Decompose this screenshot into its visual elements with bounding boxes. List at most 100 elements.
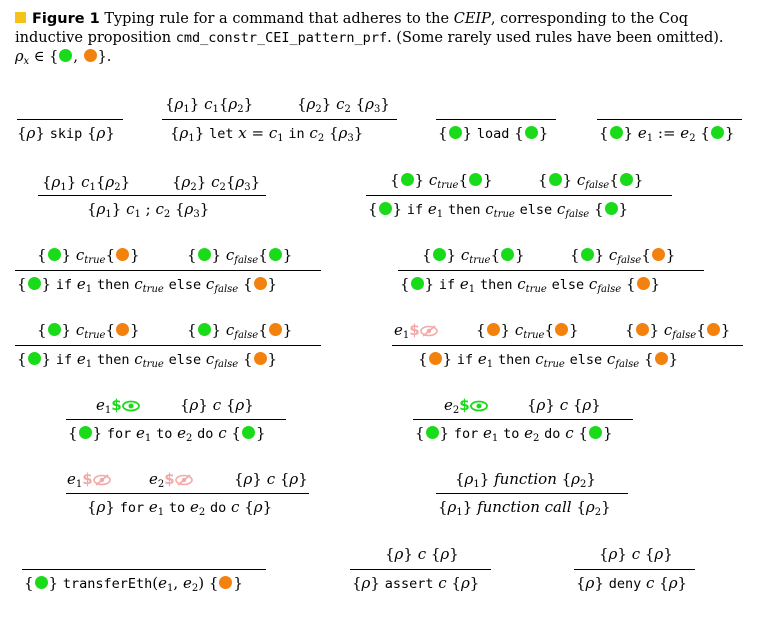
- inference-bar: [392, 345, 743, 346]
- eye-icon: [121, 400, 140, 412]
- orange-dot-icon: [83, 49, 97, 62]
- green-dot-icon: [400, 173, 414, 186]
- inference-bar: [436, 493, 628, 494]
- eye-off-icon: [92, 474, 111, 486]
- rule-premise: {} ctrue{}: [37, 246, 140, 266]
- green-dot-icon: [425, 426, 439, 439]
- inference-bar: [350, 569, 491, 570]
- rule-conclusion: {} for e1 to e2 do c {}: [68, 424, 266, 444]
- orange-dot-icon: [635, 323, 649, 336]
- inference-bar: [38, 195, 266, 196]
- figure-caption: Figure 1 Typing rule for a command that …: [15, 11, 724, 67]
- dollar-icon: $: [459, 396, 470, 414]
- inference-bar: [15, 345, 321, 346]
- rule-premise: e1$: [394, 321, 438, 341]
- rule-conclusion: {} load {}: [438, 124, 549, 142]
- orange-dot-icon: [115, 323, 129, 336]
- green-dot-icon: [432, 248, 446, 261]
- eye-off-icon: [419, 325, 438, 337]
- green-dot-icon: [59, 49, 73, 62]
- inference-bar: [22, 569, 266, 570]
- rule-premise: {ρ} c {ρ}: [234, 470, 308, 488]
- green-dot-icon: [197, 248, 211, 261]
- green-dot-icon: [604, 202, 618, 215]
- green-dot-icon: [27, 277, 41, 290]
- inference-bar: [15, 270, 321, 271]
- rule-conclusion: {} for e1 to e2 do c {}: [415, 424, 613, 444]
- inference-bar: [436, 119, 556, 120]
- rule-conclusion: {ρ} deny c {ρ}: [576, 574, 688, 592]
- rule-premise: e1$: [67, 470, 111, 490]
- rule-premise: {} ctrue{}: [476, 321, 579, 341]
- rule-premise: e1$: [96, 396, 140, 416]
- rule-conclusion: {} if e1 then ctrue else cfalse {}: [400, 275, 661, 295]
- green-dot-icon: [580, 248, 594, 261]
- rule-premise: e2$: [444, 396, 488, 416]
- green-dot-icon: [197, 323, 211, 336]
- rule-conclusion: {} if e1 then ctrue else cfalse {}: [17, 275, 278, 295]
- green-dot-icon: [241, 426, 255, 439]
- rule-premise: {} cfalse{}: [187, 246, 293, 266]
- figure-label: Figure 1: [32, 11, 100, 27]
- inference-bar: [66, 419, 286, 420]
- rule-premise: {} cfalse{}: [538, 171, 644, 191]
- orange-dot-icon: [654, 352, 668, 365]
- green-dot-icon: [47, 248, 61, 261]
- rule-premise: {ρ1} c1{ρ2}: [42, 173, 131, 193]
- inference-bar: [574, 569, 695, 570]
- inference-bar: [162, 119, 397, 120]
- orange-dot-icon: [554, 323, 568, 336]
- rule-conclusion: {ρ1} let x = c1 in c2 {ρ3}: [170, 124, 364, 144]
- inference-bar: [413, 419, 633, 420]
- eye-icon: [469, 400, 488, 412]
- caption-ceip: CEIP: [453, 11, 491, 27]
- green-dot-icon: [524, 126, 538, 139]
- green-dot-icon: [500, 248, 514, 261]
- green-dot-icon: [710, 126, 724, 139]
- rule-premise: {} cfalse{}: [570, 246, 676, 266]
- rule-conclusion: {ρ} assert c {ρ}: [352, 574, 480, 592]
- rule-conclusion: {} if e1 then ctrue else cfalse {}: [368, 200, 629, 220]
- dollar-icon: $: [111, 396, 122, 414]
- rule-premise: {ρ} c {ρ}: [385, 545, 459, 563]
- rule-conclusion: {ρ} for e1 to e2 do c {ρ}: [87, 498, 273, 518]
- green-dot-icon: [468, 173, 482, 186]
- caption-text-c: . (Some rarely used rules have been omit…: [387, 30, 724, 46]
- green-dot-icon: [47, 323, 61, 336]
- orange-dot-icon: [268, 323, 282, 336]
- rule-conclusion: {} e1 := e2 {}: [599, 124, 735, 144]
- green-dot-icon: [268, 248, 282, 261]
- orange-dot-icon: [651, 248, 665, 261]
- inference-bar: [17, 119, 123, 120]
- rule-premise: {} ctrue{}: [390, 171, 493, 191]
- caption-code: cmd_constr_CEI_pattern_prf: [175, 30, 388, 46]
- figure-marker-icon: [15, 12, 26, 23]
- rule-conclusion: {} if e1 then ctrue else cfalse {}: [418, 350, 679, 370]
- rule-premise: {ρ2} c2 {ρ3}: [297, 95, 390, 115]
- inference-bar: [398, 270, 704, 271]
- inference-bar: [66, 493, 309, 494]
- dollar-icon: $: [82, 470, 93, 488]
- rule-premise: {ρ2} c2{ρ3}: [172, 173, 261, 193]
- rule-premise: {} ctrue{}: [422, 246, 525, 266]
- rule-premise: {ρ} c {ρ}: [599, 545, 673, 563]
- green-dot-icon: [27, 352, 41, 365]
- green-dot-icon: [609, 126, 623, 139]
- orange-dot-icon: [636, 277, 650, 290]
- orange-dot-icon: [253, 352, 267, 365]
- green-dot-icon: [619, 173, 633, 186]
- green-dot-icon: [34, 576, 48, 589]
- green-dot-icon: [548, 173, 562, 186]
- rule-premise: {ρ1} c1{ρ2}: [165, 95, 254, 115]
- orange-dot-icon: [706, 323, 720, 336]
- dollar-icon: $: [164, 470, 175, 488]
- rule-premise: {} cfalse{}: [625, 321, 731, 341]
- orange-dot-icon: [219, 576, 233, 589]
- orange-dot-icon: [115, 248, 129, 261]
- orange-dot-icon: [486, 323, 500, 336]
- rule-premise: {} cfalse{}: [187, 321, 293, 341]
- rule-premise: {ρ} c {ρ}: [527, 396, 601, 414]
- rule-conclusion: {ρ1} function call {ρ2}: [438, 498, 611, 518]
- rule-conclusion: {ρ} skip {ρ}: [17, 124, 115, 142]
- eye-off-icon: [174, 474, 193, 486]
